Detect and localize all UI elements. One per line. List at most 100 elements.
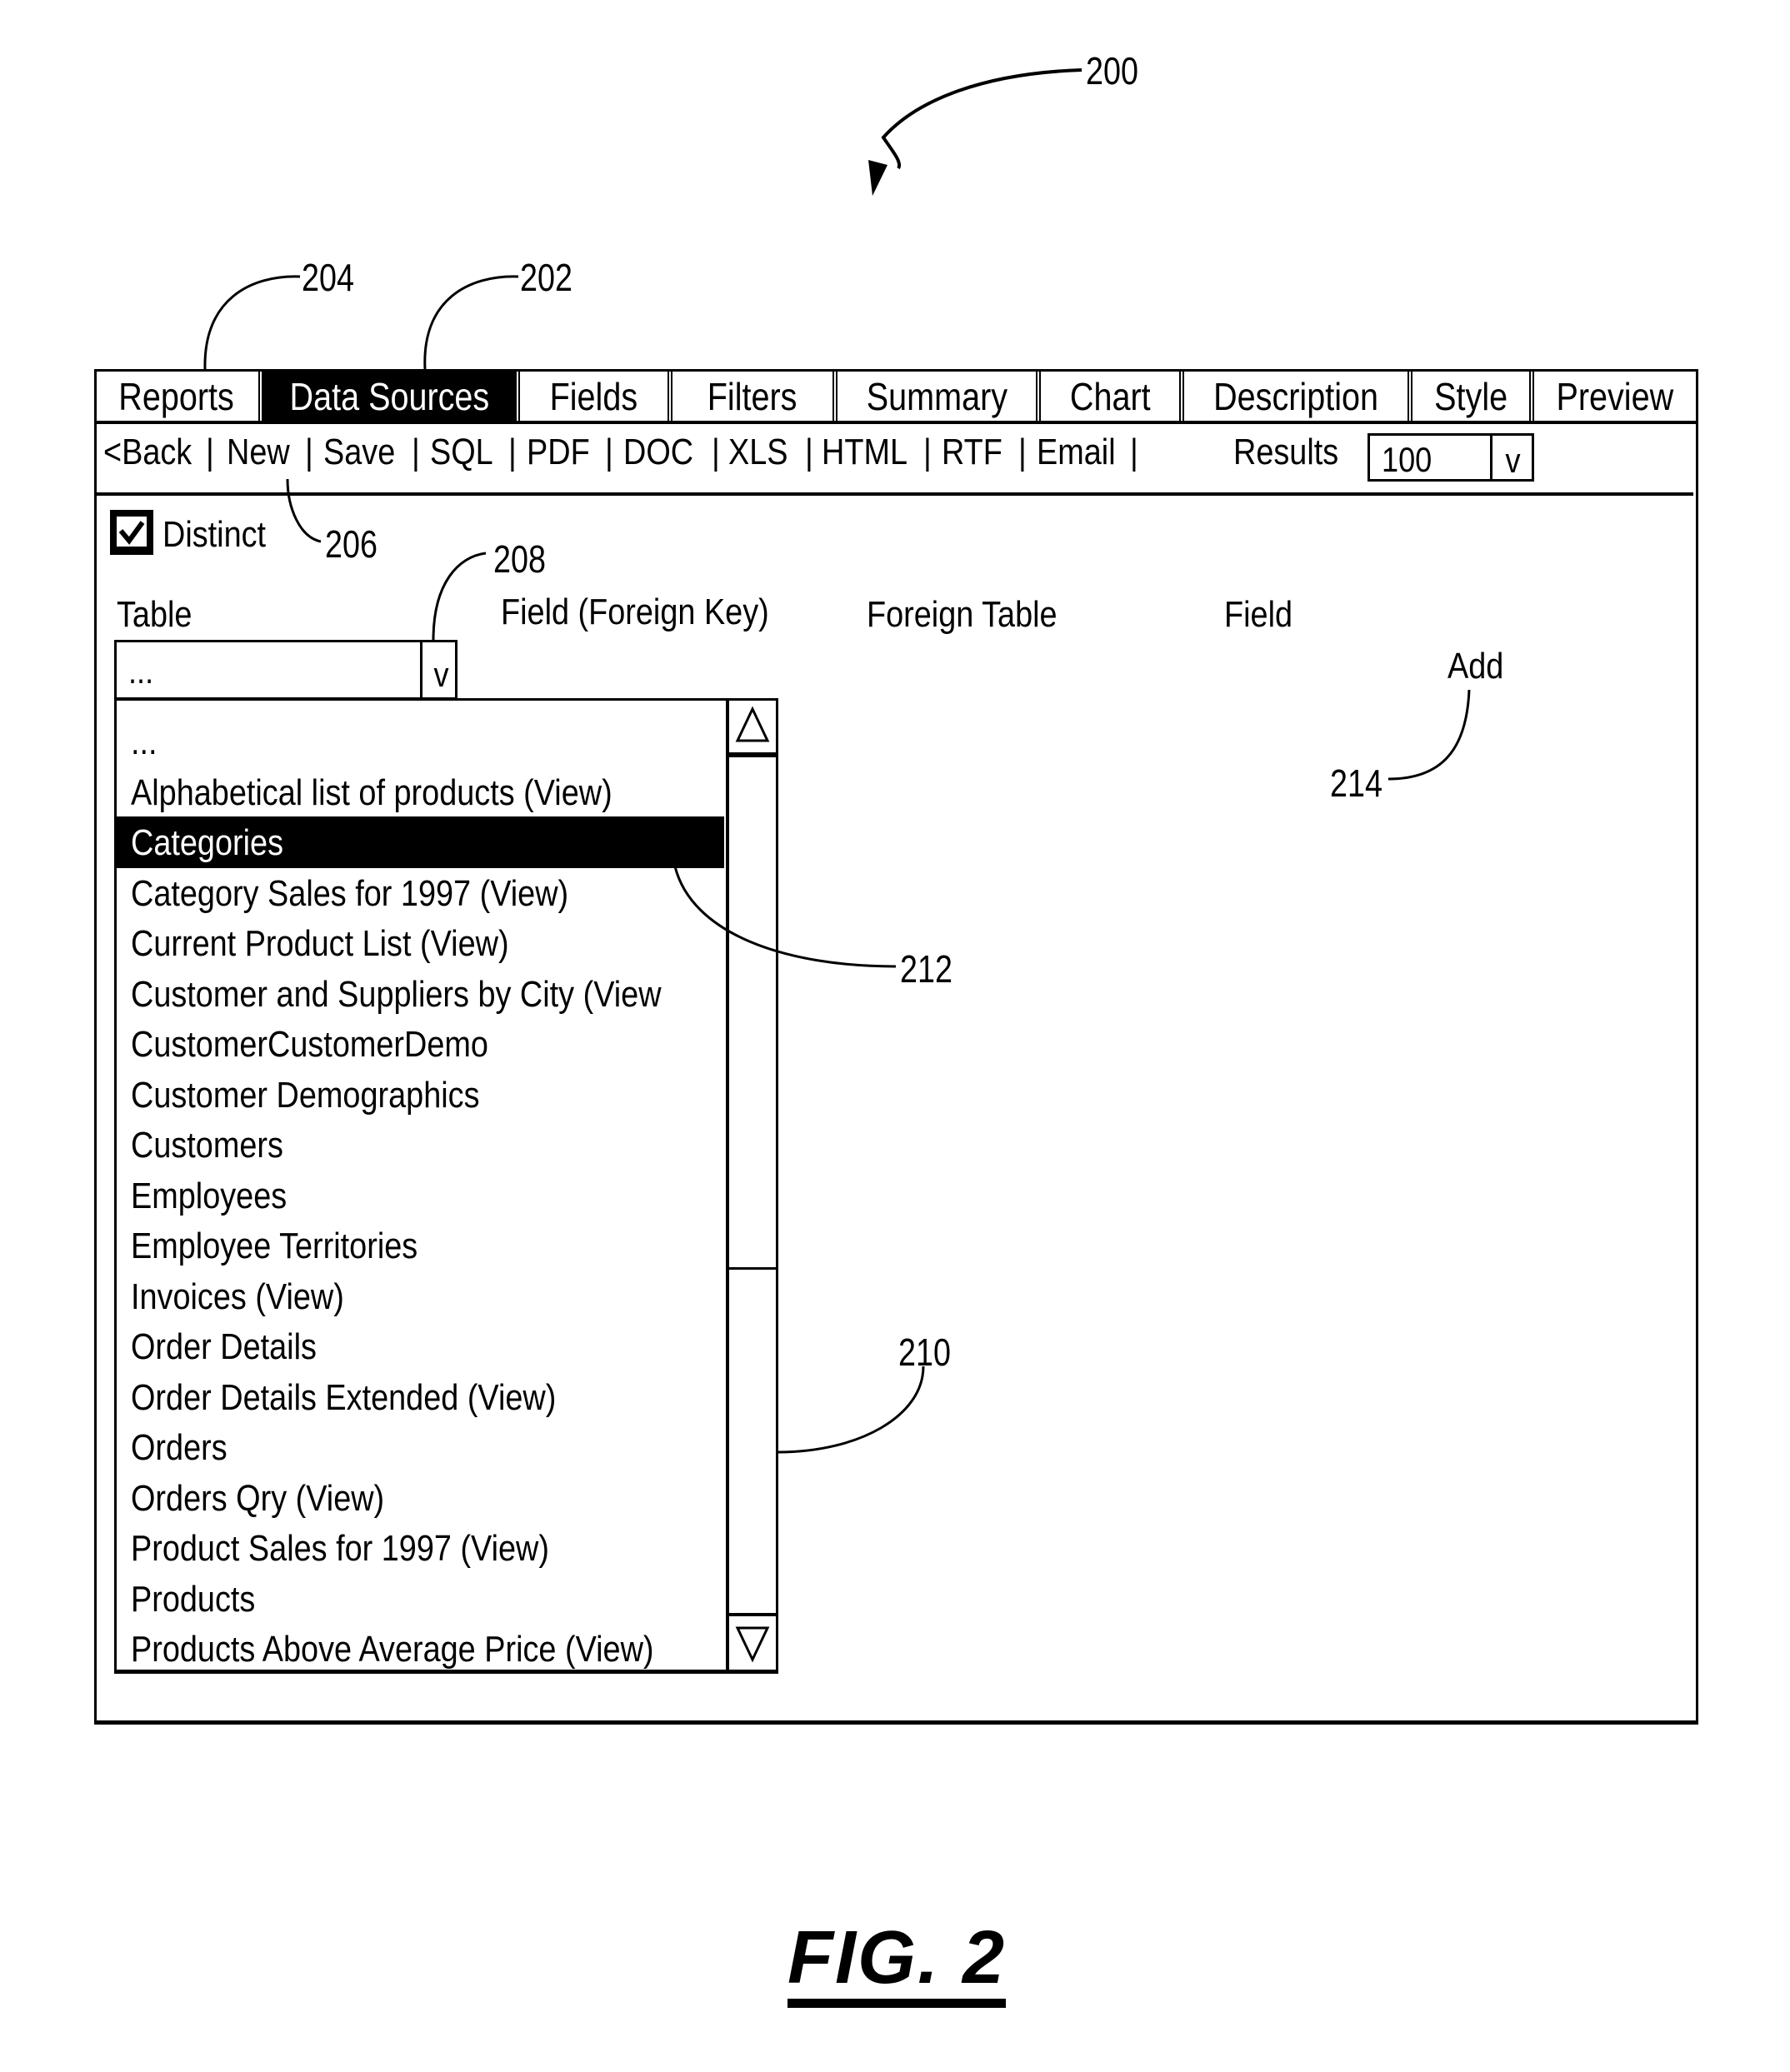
toolbar-separator: | [206,432,214,472]
tab-bar: Reports Data Sources Fields Filters Summ… [94,369,1696,424]
table-list-item-label: Employees [131,1176,288,1216]
scrollbar[interactable] [726,701,776,1670]
toolbar-separator: | [1018,432,1027,472]
select-divider [1490,436,1492,479]
results-select[interactable]: 100 v [1368,433,1534,482]
html-link[interactable]: HTML [822,434,908,471]
table-list-item-label: Alphabetical list of products (View) [131,772,612,813]
ref-numeral-200: 200 [1086,49,1138,92]
tab-label: Preview [1556,374,1674,418]
pdf-link[interactable]: PDF [527,434,590,471]
table-list-item-label: Order Details Extended (View) [131,1377,557,1418]
toolbar-separator: | [712,432,720,472]
toolbar-separator: | [805,432,813,472]
table-list-item[interactable]: Products [117,1573,724,1625]
back-link[interactable]: <Back [103,434,192,471]
table-list-item[interactable]: Employee Territories [117,1220,724,1271]
column-header-foreign-table: Foreign Table [867,594,1058,635]
table-select[interactable]: ... v [114,640,458,700]
column-header-field: Field [1224,594,1293,635]
table-list-item-label: Category Sales for 1997 (View) [131,873,569,914]
new-link[interactable]: New [227,434,290,471]
table-list-item-label: Products Above Average Price (View) [131,1629,654,1670]
column-header-field-foreign-key: Field (Foreign Key) [501,592,769,632]
scrollbar-thumb-edge[interactable] [729,1267,776,1270]
ref-numeral-214: 214 [1330,761,1382,805]
toolbar-separator: | [923,432,932,472]
table-list-item[interactable]: Orders [117,1421,724,1473]
table-list-item[interactable]: Current Product List (View) [117,917,724,969]
table-list-item[interactable]: Product Sales for 1997 (View) [117,1522,724,1574]
tab-label: Filters [708,374,798,418]
tab-fields[interactable]: Fields [520,372,668,421]
ref-numeral-202: 202 [520,256,572,299]
xls-link[interactable]: XLS [728,434,788,471]
sql-link[interactable]: SQL [430,434,493,471]
table-list-item[interactable]: Order Details Extended (View) [117,1371,724,1423]
table-list-item-label: Employee Territories [131,1226,418,1266]
doc-link[interactable]: DOC [623,434,693,471]
scroll-up-button[interactable] [729,701,776,757]
table-list-item[interactable]: Alphabetical list of products (View) [117,766,724,818]
table-list-item-selected[interactable]: Categories [117,816,724,868]
tab-label: Chart [1069,374,1151,418]
ref-numeral-210: 210 [898,1331,951,1374]
table-list-item[interactable]: Employees [117,1170,724,1221]
tab-chart[interactable]: Chart [1041,372,1179,421]
table-list-item[interactable]: Customers [117,1119,724,1171]
tab-description[interactable]: Description [1184,372,1408,421]
table-list-item[interactable]: Customer Demographics [117,1069,724,1121]
table-list-item[interactable]: Customer and Suppliers by City (View [117,968,724,1020]
column-header-table: Table [117,594,192,635]
scroll-down-button[interactable] [729,1613,776,1670]
triangle-up-icon [735,706,770,742]
add-link[interactable]: Add [1448,648,1503,685]
table-list-item-label: ... [131,721,158,762]
table-list-item[interactable]: CustomerCustomerDemo [117,1018,724,1070]
toolbar-separator: | [605,432,613,472]
toolbar-separator: | [412,432,420,472]
leader-line-202 [423,275,519,370]
table-list[interactable]: ... Alphabetical list of products (View) C… [114,698,778,1674]
results-label: Results [1233,432,1339,472]
tab-label: Data Sources [289,374,489,418]
email-link[interactable]: Email [1037,434,1116,471]
table-list-item-label: Orders Qry (View) [131,1478,385,1519]
table-list-item-label: Customer Demographics [131,1075,480,1116]
table-list-item[interactable]: Products Above Average Price (View) [117,1623,724,1675]
tab-label: Fields [549,374,638,418]
save-link[interactable]: Save [323,434,395,471]
tab-data-sources[interactable]: Data Sources [263,372,515,421]
tab-preview[interactable]: Preview [1534,372,1696,421]
table-list-item[interactable]: Orders Qry (View) [117,1472,724,1524]
tab-reports[interactable]: Reports [94,372,258,421]
table-list-item-label: Customers [131,1125,283,1166]
table-list-item[interactable]: Invoices (View) [117,1271,724,1322]
distinct-checkbox[interactable] [110,510,153,555]
rtf-link[interactable]: RTF [942,434,1002,471]
triangle-down-icon [735,1626,770,1663]
table-list-item-label: Products [131,1579,256,1620]
ref-numeral-206: 206 [325,522,378,566]
figure-label: FIG. 2 [788,1920,1007,2008]
tab-label: Reports [118,374,234,418]
tab-filters[interactable]: Filters [672,372,832,421]
table-list-item-label: Invoices (View) [131,1276,344,1317]
table-list-item[interactable]: Category Sales for 1997 (View) [117,867,724,919]
table-list-item-label: Current Product List (View) [131,923,509,964]
chevron-down-icon[interactable]: v [1505,443,1520,478]
checkbox-inner [117,517,147,547]
checkmark-icon [118,521,145,545]
table-list-item[interactable]: ... [117,716,724,767]
ref-numeral-204: 204 [302,256,354,299]
distinct-label: Distinct [162,514,267,555]
table-list-item[interactable]: Order Details [117,1321,724,1372]
tab-style[interactable]: Style [1412,372,1529,421]
chevron-down-icon[interactable]: v [433,657,448,692]
tab-summary[interactable]: Summary [838,372,1036,421]
arrowhead-icon [868,160,888,196]
tab-label: Style [1434,374,1508,418]
table-list-item-label: Customer and Suppliers by City (View [131,974,662,1015]
select-divider [420,642,422,697]
table-list-item-label: Product Sales for 1997 (View) [131,1528,549,1569]
